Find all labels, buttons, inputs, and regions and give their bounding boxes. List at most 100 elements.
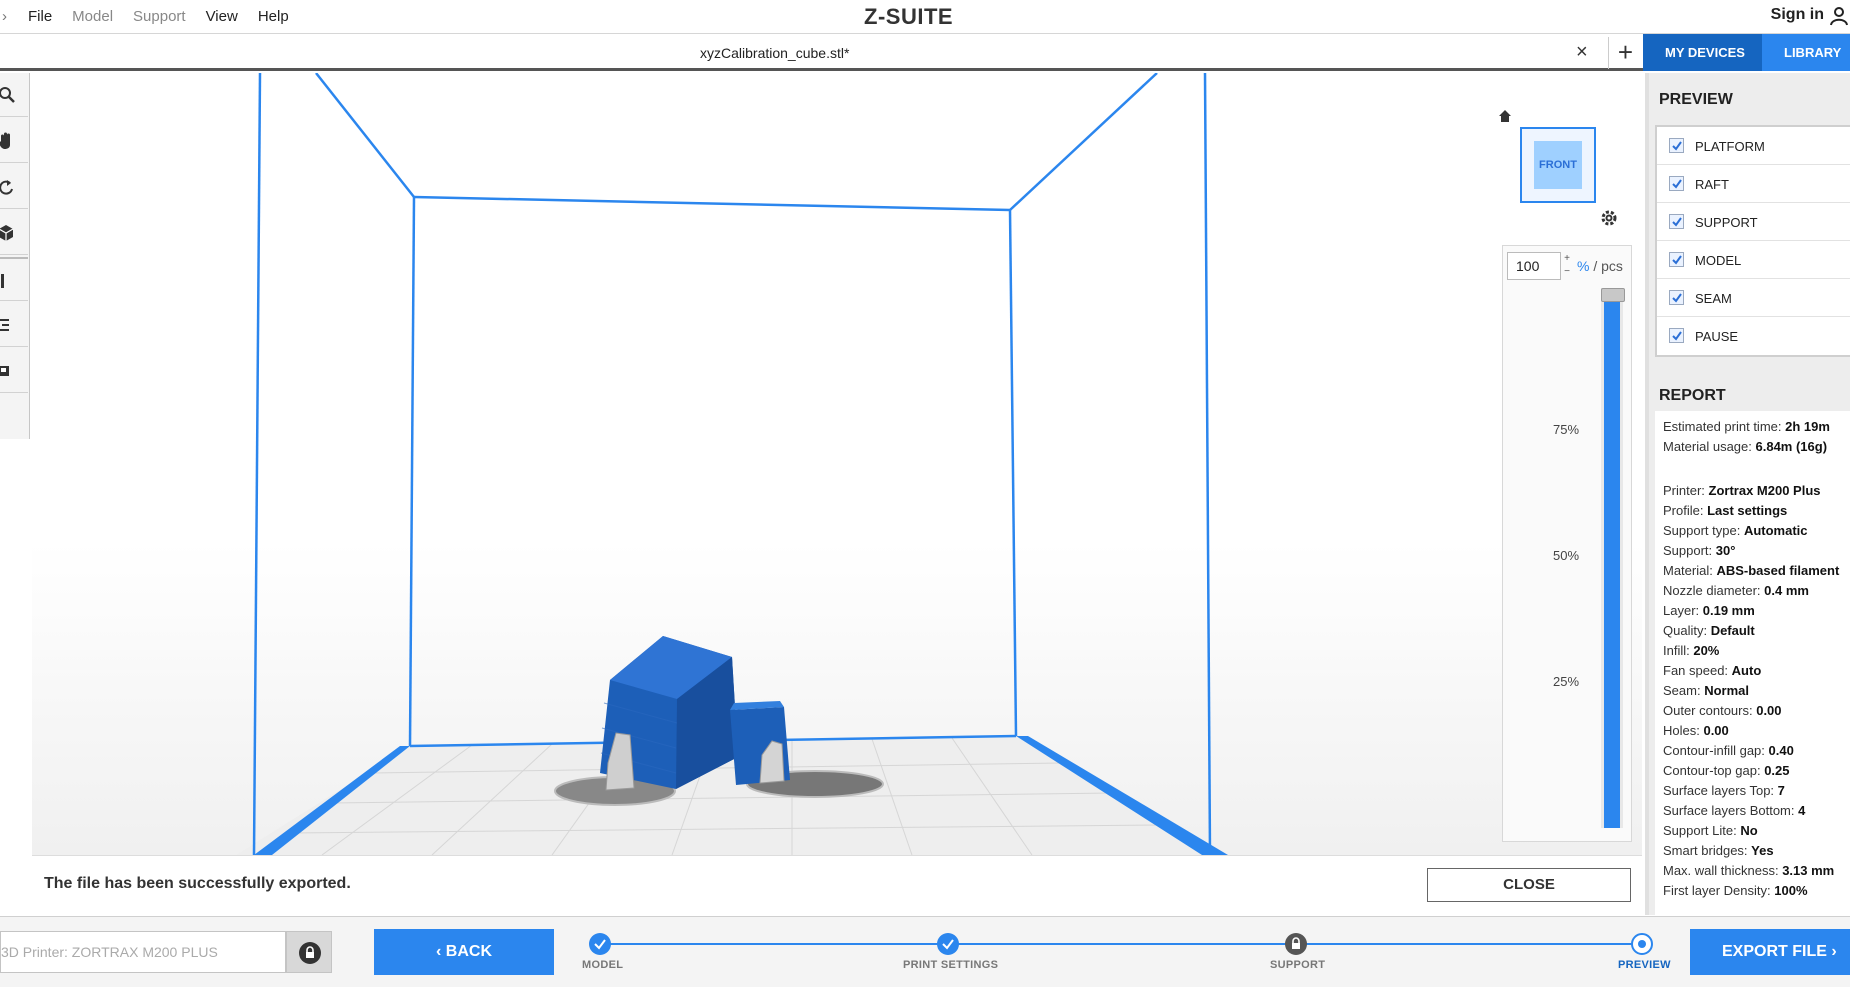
step-label-print-settings[interactable]: PRINT SETTINGS (903, 959, 998, 971)
step-preview-indicator[interactable] (1631, 933, 1653, 955)
report-line: Fan speed: Auto (1663, 663, 1762, 678)
rotate-tool[interactable] (0, 165, 28, 209)
gear-icon[interactable] (1600, 209, 1618, 227)
unit-percent[interactable]: % (1577, 258, 1589, 274)
preview-layer-list: PLATFORM RAFT SUPPORT MODEL SEAM PAUSE (1655, 125, 1850, 357)
preview-item-raft[interactable]: RAFT (1657, 165, 1850, 203)
chevron-right-icon[interactable]: › (2, 8, 7, 25)
preview-checkbox[interactable] (1669, 214, 1684, 229)
tab-my-devices[interactable]: MY DEVICES (1643, 34, 1762, 71)
layer-slider-track[interactable] (1601, 288, 1625, 828)
list-tool[interactable] (0, 303, 28, 347)
tick-label: 75% (1553, 422, 1580, 437)
menu-file[interactable]: File (28, 8, 52, 25)
view-cube-tool[interactable] (0, 211, 28, 255)
view-cube-front-face[interactable]: FRONT (1534, 141, 1582, 189)
menu-help[interactable]: Help (258, 8, 289, 25)
home-icon[interactable] (1498, 109, 1512, 123)
tab-file-title[interactable]: xyzCalibration_cube.stl* (700, 45, 849, 61)
preview-checkbox[interactable] (1669, 328, 1684, 343)
report-line: Surface layers Bottom: 4 (1663, 803, 1806, 818)
layer-percent-input[interactable]: 100 (1507, 252, 1561, 280)
stepper-up-button[interactable]: + (1561, 252, 1573, 265)
preview-item-platform[interactable]: PLATFORM (1657, 127, 1850, 165)
report-line: Printer: Zortrax M200 Plus (1663, 483, 1821, 498)
preview-checkbox[interactable] (1669, 290, 1684, 305)
layer-slider-thumb[interactable] (1601, 288, 1625, 302)
check-icon (942, 939, 954, 950)
report-line: Profile: Last settings (1663, 503, 1788, 518)
back-label: BACK (445, 943, 492, 960)
report-line: First layer Density: 100% (1663, 883, 1808, 898)
close-notification-button[interactable]: CLOSE (1427, 868, 1631, 902)
printer-lock-button[interactable] (286, 931, 332, 973)
menu-view[interactable]: View (206, 8, 238, 25)
check-icon (1672, 255, 1682, 265)
3d-viewport[interactable]: FRONT 100 + − % / pcs 75% 50% 25% (32, 73, 1642, 855)
report-line: Outer contours: 0.00 (1663, 703, 1782, 718)
bottom-bar: 3D Printer: ZORTRAX M200 PLUS ‹ BACK MOD… (0, 916, 1850, 987)
step-print-settings-indicator[interactable] (937, 933, 959, 955)
preview-item-support[interactable]: SUPPORT (1657, 203, 1850, 241)
report-line: Material usage: 6.84m (16g) (1663, 439, 1828, 454)
printer-select-field[interactable]: 3D Printer: ZORTRAX M200 PLUS (0, 931, 286, 973)
zoom-tool[interactable] (0, 73, 28, 117)
report-line: Surface layers Top: 7 (1663, 783, 1785, 798)
preview-checkbox[interactable] (1669, 138, 1684, 153)
pan-tool[interactable] (0, 119, 28, 163)
tab-library[interactable]: LIBRARY (1762, 34, 1850, 71)
close-tab-icon[interactable]: × (1576, 41, 1588, 64)
app-logo: Z-SUITE (864, 4, 954, 29)
zoom-icon (0, 87, 15, 103)
step-model-indicator[interactable] (589, 933, 611, 955)
report-box: Estimated print time: 2h 19m Material usa… (1655, 411, 1850, 915)
notification-message: The file has been successfully exported. (44, 875, 351, 892)
chevron-right-icon: › (1826, 943, 1837, 960)
export-file-button[interactable]: EXPORT FILE › (1690, 929, 1850, 975)
document-tab-bar: xyzCalibration_cube.stl* × + (0, 35, 1643, 71)
sign-in-link[interactable]: Sign in (1771, 6, 1824, 24)
step-label-support[interactable]: SUPPORT (1270, 959, 1325, 971)
layers-icon (0, 366, 9, 376)
report-line: Seam: Normal (1663, 683, 1749, 698)
layers-tool[interactable] (0, 349, 28, 393)
report-title: REPORT (1659, 387, 1726, 404)
menu-support[interactable]: Support (133, 8, 186, 25)
report-line: Support type: Automatic (1663, 523, 1808, 538)
cube-icon (0, 225, 14, 241)
export-notification: The file has been successfully exported.… (32, 855, 1642, 915)
menu-bar: › File Model Support View Help Z-SUITE S… (0, 0, 1850, 34)
layer-stepper[interactable]: + − (1561, 252, 1573, 280)
add-tab-button[interactable]: + (1608, 37, 1642, 69)
preview-item-model[interactable]: MODEL (1657, 241, 1850, 279)
measure-tool[interactable] (0, 257, 28, 301)
unit-pcs[interactable]: / pcs (1589, 258, 1623, 274)
stepper-down-button[interactable]: − (1561, 265, 1573, 278)
report-line: Holes: 0.00 (1663, 723, 1729, 738)
report-line: Infill: 20% (1663, 643, 1720, 658)
view-cube[interactable]: FRONT (1520, 127, 1596, 203)
preview-item-seam[interactable]: SEAM (1657, 279, 1850, 317)
preview-item-label: RAFT (1695, 177, 1729, 192)
tick-label: 50% (1553, 548, 1580, 563)
device-tabs: MY DEVICES LIBRARY (1643, 34, 1850, 71)
preview-checkbox[interactable] (1669, 176, 1684, 191)
step-label-model[interactable]: MODEL (582, 959, 623, 971)
menu-model[interactable]: Model (72, 8, 113, 25)
report-line: Estimated print time: 2h 19m (1663, 419, 1830, 434)
back-button[interactable]: ‹ BACK (374, 929, 554, 975)
report-line: Quality: Default (1663, 623, 1755, 638)
rotate-icon (0, 180, 13, 195)
preview-item-label: SEAM (1695, 291, 1732, 306)
step-support-indicator[interactable] (1285, 933, 1307, 955)
ruler-icon (1, 274, 4, 288)
unit-toggle[interactable]: % / pcs (1577, 258, 1623, 274)
report-line: Max. wall thickness: 3.13 mm (1663, 863, 1835, 878)
menu-items: File Model Support View Help (28, 8, 309, 25)
user-icon[interactable] (1830, 6, 1848, 26)
step-label-preview[interactable]: PREVIEW (1618, 959, 1671, 971)
report-line: Contour-infill gap: 0.40 (1663, 743, 1794, 758)
preview-item-pause[interactable]: PAUSE (1657, 317, 1850, 355)
preview-checkbox[interactable] (1669, 252, 1684, 267)
check-icon (1672, 331, 1682, 341)
